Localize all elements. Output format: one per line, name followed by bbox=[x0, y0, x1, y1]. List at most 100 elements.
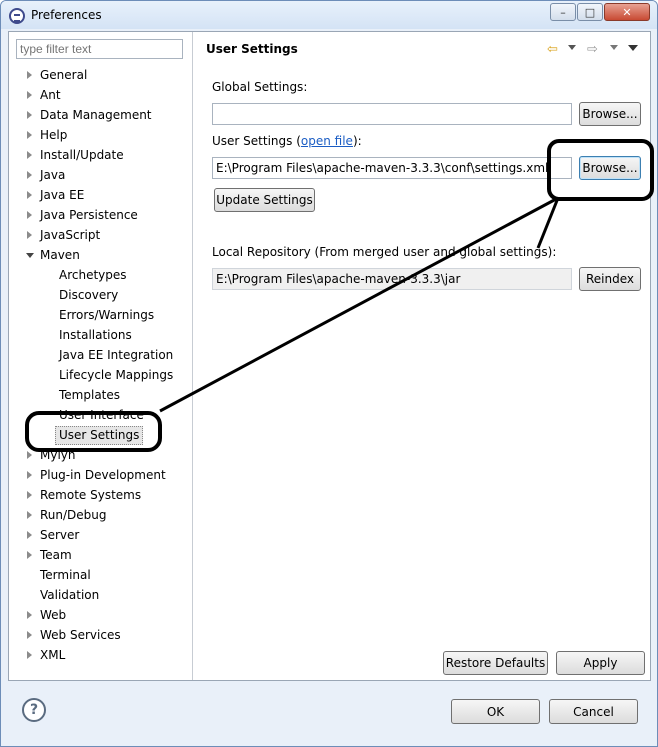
expand-arrow-icon[interactable] bbox=[27, 491, 32, 499]
tree-item[interactable]: Remote Systems bbox=[9, 485, 193, 505]
settings-pane: User Settings ⇦ ⇨ Global Settings: Brows… bbox=[194, 32, 650, 680]
expand-arrow-icon[interactable] bbox=[27, 511, 32, 519]
tree-item[interactable]: XML bbox=[9, 645, 193, 665]
tree-item-label: Java EE bbox=[40, 188, 85, 202]
tree-item[interactable]: Java Persistence bbox=[9, 205, 193, 225]
ok-button[interactable]: OK bbox=[451, 699, 540, 724]
help-icon[interactable]: ? bbox=[22, 698, 46, 722]
tree-item[interactable]: Data Management bbox=[9, 105, 193, 125]
tree-item[interactable]: Run/Debug bbox=[9, 505, 193, 525]
tree-item[interactable]: Validation bbox=[9, 585, 193, 605]
local-repository-label: Local Repository (From merged user and g… bbox=[212, 245, 557, 259]
tree-item-label: Archetypes bbox=[59, 268, 127, 282]
tree-item-label: Web bbox=[40, 608, 67, 622]
tree-item[interactable]: Install/Update bbox=[9, 145, 193, 165]
eclipse-icon bbox=[9, 8, 25, 24]
window-title: Preferences bbox=[31, 8, 102, 22]
expand-arrow-icon[interactable] bbox=[27, 111, 32, 119]
tree-item[interactable]: Discovery bbox=[9, 285, 193, 305]
tree-item[interactable]: Errors/Warnings bbox=[9, 305, 193, 325]
tree-item-label: Maven bbox=[40, 248, 80, 262]
title-bar: Preferences – □ ✕ bbox=[1, 1, 657, 29]
expand-arrow-icon[interactable] bbox=[27, 531, 32, 539]
tree-item[interactable]: Maven bbox=[9, 245, 193, 265]
reindex-button[interactable]: Reindex bbox=[579, 267, 641, 291]
tree-item[interactable]: Java EE Integration bbox=[9, 345, 193, 365]
expand-arrow-icon[interactable] bbox=[27, 151, 32, 159]
expand-arrow-icon[interactable] bbox=[27, 91, 32, 99]
tree-item[interactable]: Ant bbox=[9, 85, 193, 105]
tree-item-label: Templates bbox=[59, 388, 121, 402]
tree-item[interactable]: Java bbox=[9, 165, 193, 185]
back-dropdown-icon[interactable] bbox=[568, 45, 576, 50]
expand-arrow-icon[interactable] bbox=[27, 451, 32, 459]
tree-item[interactable]: Templates bbox=[9, 385, 193, 405]
tree-item[interactable]: Archetypes bbox=[9, 265, 193, 285]
expand-arrow-icon[interactable] bbox=[27, 471, 32, 479]
tree-item[interactable]: Terminal bbox=[9, 565, 193, 585]
expand-arrow-icon[interactable] bbox=[27, 231, 32, 239]
tree-item[interactable]: Web Services bbox=[9, 625, 193, 645]
tree-item[interactable]: User Interface bbox=[9, 405, 193, 425]
tree-item-label: Installations bbox=[59, 328, 132, 342]
global-settings-field[interactable] bbox=[212, 103, 572, 125]
tree-item[interactable]: General bbox=[9, 65, 193, 85]
view-menu-icon[interactable] bbox=[628, 45, 638, 51]
tree-item-label: Validation bbox=[40, 588, 100, 602]
tree-item[interactable]: Plug-in Development bbox=[9, 465, 193, 485]
forward-arrow-icon[interactable]: ⇨ bbox=[587, 42, 598, 58]
back-arrow-icon[interactable]: ⇦ bbox=[547, 42, 558, 58]
tree-item-label: Install/Update bbox=[40, 148, 124, 162]
expand-arrow-icon[interactable] bbox=[27, 651, 32, 659]
expand-arrow-icon[interactable] bbox=[27, 71, 32, 79]
expand-arrow-icon[interactable] bbox=[27, 631, 32, 639]
expand-arrow-icon[interactable] bbox=[27, 211, 32, 219]
tree-item-label: Help bbox=[40, 128, 68, 142]
tree-item-label: JavaScript bbox=[40, 228, 101, 242]
tree-item-label: Ant bbox=[40, 88, 61, 102]
dialog-button-bar: ? OK Cancel bbox=[1, 683, 657, 746]
tree-item[interactable]: Web bbox=[9, 605, 193, 625]
filter-input[interactable] bbox=[16, 39, 183, 59]
tree-item-label: User Settings bbox=[55, 426, 144, 445]
dialog-content: General Ant Data Management Help Install/Upd… bbox=[8, 31, 651, 681]
maximize-button[interactable]: □ bbox=[577, 3, 603, 21]
expand-arrow-icon[interactable] bbox=[27, 171, 32, 179]
local-repository-field: E:\Program Files\apache-maven-3.3.3\jar bbox=[212, 268, 572, 290]
tree-item-label: Remote Systems bbox=[40, 488, 142, 502]
expand-arrow-icon[interactable] bbox=[27, 611, 32, 619]
tree-item[interactable]: Installations bbox=[9, 325, 193, 345]
tree-item[interactable]: Server bbox=[9, 525, 193, 545]
preference-tree-pane: General Ant Data Management Help Install/Upd… bbox=[9, 32, 193, 680]
tree-item-label: Discovery bbox=[59, 288, 119, 302]
cancel-button[interactable]: Cancel bbox=[549, 699, 638, 724]
tree-item-label: General bbox=[40, 68, 88, 82]
expand-arrow-icon[interactable] bbox=[27, 131, 32, 139]
update-settings-button[interactable]: Update Settings bbox=[214, 188, 315, 212]
close-button[interactable]: ✕ bbox=[604, 3, 650, 21]
tree-item[interactable]: Team bbox=[9, 545, 193, 565]
minimize-button[interactable]: – bbox=[550, 3, 576, 21]
global-settings-label: Global Settings: bbox=[212, 80, 308, 94]
tree-item[interactable]: Java EE bbox=[9, 185, 193, 205]
restore-defaults-button[interactable]: Restore Defaults bbox=[443, 651, 548, 675]
global-browse-button[interactable]: Browse... bbox=[579, 102, 641, 126]
tree-item[interactable]: Mylyn bbox=[9, 445, 193, 465]
apply-button[interactable]: Apply bbox=[556, 651, 645, 675]
tree-item-label: User Interface bbox=[59, 408, 144, 422]
forward-dropdown-icon[interactable] bbox=[610, 45, 618, 50]
tree-item[interactable]: JavaScript bbox=[9, 225, 193, 245]
open-file-link[interactable]: open file bbox=[301, 134, 353, 148]
expand-arrow-icon[interactable] bbox=[27, 551, 32, 559]
tree-item-label: Web Services bbox=[40, 628, 121, 642]
tree-item[interactable]: Lifecycle Mappings bbox=[9, 365, 193, 385]
tree-item-label: Run/Debug bbox=[40, 508, 107, 522]
expand-arrow-icon[interactable] bbox=[27, 191, 32, 199]
collapse-arrow-icon[interactable] bbox=[26, 253, 34, 258]
user-browse-button[interactable]: Browse... bbox=[579, 156, 641, 180]
user-settings-label-prefix: User Settings ( bbox=[212, 134, 301, 148]
tree-item-label: Java EE Integration bbox=[59, 348, 174, 362]
tree-item[interactable]: Help bbox=[9, 125, 193, 145]
tree-item[interactable]: User Settings bbox=[9, 425, 193, 445]
user-settings-field[interactable]: E:\Program Files\apache-maven-3.3.3\conf… bbox=[212, 157, 572, 179]
